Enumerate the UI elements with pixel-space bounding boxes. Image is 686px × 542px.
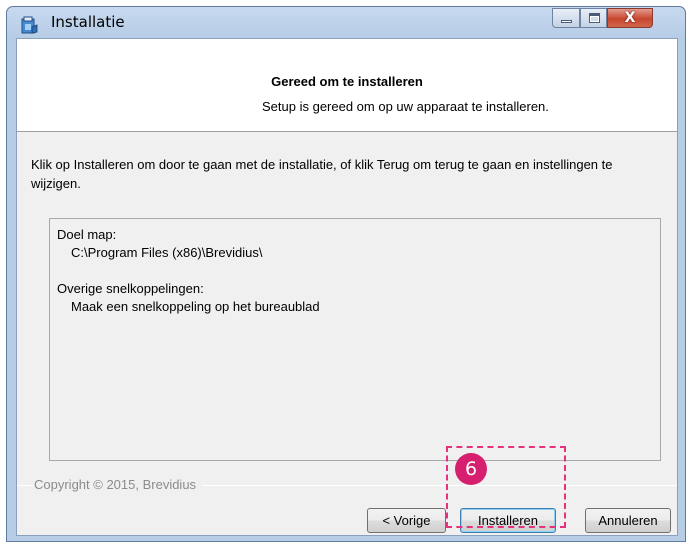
dialog-body: Gereed om te installeren Setup is gereed… bbox=[16, 38, 678, 536]
wizard-header: Gereed om te installeren Setup is gereed… bbox=[17, 39, 677, 132]
shortcuts-label: Overige snelkoppelingen: bbox=[57, 281, 204, 296]
destination-value: C:\Program Files (x86)\Brevidius\ bbox=[71, 245, 263, 260]
minimize-icon bbox=[561, 20, 572, 23]
page-title: Gereed om te installeren bbox=[271, 74, 423, 89]
installer-icon bbox=[21, 16, 38, 34]
step-number-badge: 6 bbox=[455, 453, 487, 485]
maximize-button[interactable] bbox=[580, 8, 607, 28]
window-title: Installatie bbox=[51, 13, 125, 31]
back-button[interactable]: < Vorige bbox=[367, 508, 446, 533]
close-button[interactable]: X bbox=[607, 8, 653, 28]
shortcuts-value: Maak een snelkoppeling op het bureaublad bbox=[71, 299, 320, 314]
installer-window: Installatie X Gereed om te installeren S… bbox=[6, 6, 686, 542]
instruction-text: Klik op Installeren om door te gaan met … bbox=[31, 157, 613, 191]
title-bar[interactable]: Installatie X bbox=[7, 7, 685, 39]
destination-label: Doel map: bbox=[57, 227, 117, 242]
close-icon: X bbox=[624, 10, 636, 26]
copyright-text: Copyright © 2015, Brevidius bbox=[34, 477, 203, 492]
page-subtitle: Setup is gereed om op uw apparaat te ins… bbox=[262, 99, 549, 114]
cancel-button[interactable]: Annuleren bbox=[585, 508, 671, 533]
install-summary[interactable]: Doel map: C:\Program Files (x86)\Brevidi… bbox=[49, 218, 661, 461]
maximize-icon bbox=[589, 13, 600, 23]
minimize-button[interactable] bbox=[552, 8, 580, 28]
